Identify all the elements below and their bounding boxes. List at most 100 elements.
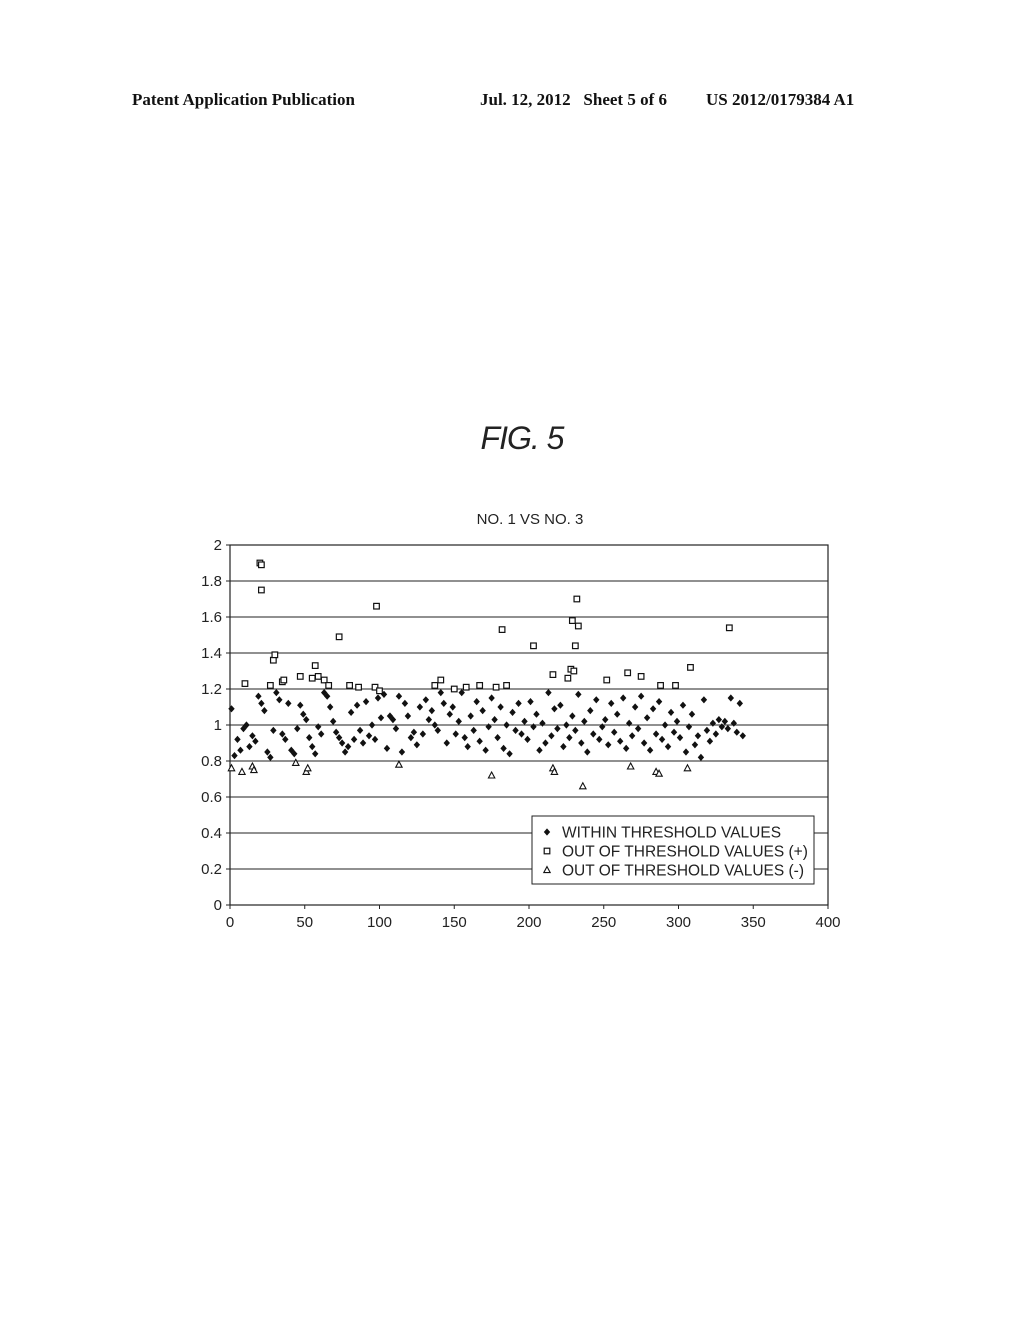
- within-threshold-point: [440, 699, 447, 707]
- out-of-threshold-plus-point: [574, 622, 582, 630]
- within-threshold-point: [434, 726, 442, 734]
- within-threshold-point: [509, 708, 516, 716]
- within-threshold-point: [467, 712, 474, 720]
- within-threshold-point: [494, 734, 501, 742]
- within-threshold-point: [371, 735, 379, 743]
- out-of-threshold-plus-point: [725, 624, 733, 632]
- out-of-threshold-plus-point: [325, 681, 333, 689]
- within-threshold-point: [554, 725, 561, 733]
- within-threshold-point: [724, 725, 732, 733]
- within-threshold-point: [488, 694, 495, 702]
- x-tick-label: 150: [442, 914, 467, 931]
- within-threshold-point: [673, 717, 681, 725]
- y-tick-label: 2: [214, 537, 222, 554]
- x-tick-label: 400: [815, 914, 840, 931]
- within-threshold-point: [306, 734, 313, 742]
- x-tick-label: 0: [226, 914, 234, 931]
- within-threshold-point: [446, 710, 453, 718]
- within-threshold-point: [335, 734, 343, 742]
- y-tick-label: 1.6: [201, 609, 222, 626]
- within-threshold-point: [246, 743, 253, 751]
- within-threshold-point: [347, 708, 355, 716]
- within-threshold-point: [524, 735, 531, 743]
- within-threshold-point: [476, 737, 483, 745]
- out-of-threshold-plus-point: [437, 676, 445, 684]
- within-threshold-point: [679, 701, 687, 709]
- within-threshold-point: [392, 725, 400, 733]
- out-of-threshold-plus-point: [431, 681, 439, 689]
- within-threshold-point: [491, 716, 498, 724]
- within-threshold-point: [539, 719, 546, 727]
- within-threshold-point: [608, 699, 615, 707]
- within-threshold-point: [419, 730, 427, 738]
- within-threshold-point: [407, 734, 415, 742]
- within-threshold-point: [667, 708, 675, 716]
- within-threshold-point: [530, 723, 537, 731]
- within-threshold-point: [625, 719, 633, 727]
- series-square: [241, 559, 733, 695]
- within-threshold-point: [637, 692, 645, 700]
- out-of-threshold-plus-point: [308, 674, 316, 682]
- within-threshold-point: [670, 728, 678, 736]
- within-threshold-point: [548, 732, 555, 740]
- out-of-threshold-plus-point: [320, 676, 328, 684]
- within-threshold-point: [374, 694, 382, 702]
- within-threshold-point: [482, 746, 489, 754]
- within-threshold-point: [563, 721, 570, 729]
- within-threshold-point: [356, 726, 364, 734]
- within-threshold-point: [461, 734, 468, 742]
- within-threshold-point: [661, 721, 669, 729]
- within-threshold-point: [452, 730, 459, 738]
- out-of-threshold-plus-point: [571, 642, 579, 650]
- out-of-threshold-plus-point: [450, 685, 458, 693]
- within-threshold-point: [646, 746, 654, 754]
- y-tick-label: 0.6: [201, 789, 222, 806]
- within-threshold-point: [350, 735, 358, 743]
- within-threshold-point: [359, 739, 367, 747]
- out-of-threshold-minus-point: [237, 767, 247, 775]
- within-threshold-point: [261, 707, 268, 715]
- y-tick-label: 1: [214, 717, 222, 734]
- within-threshold-point: [303, 716, 310, 724]
- within-threshold-point: [652, 730, 660, 738]
- within-threshold-point: [634, 725, 642, 733]
- within-threshold-point: [512, 726, 519, 734]
- within-threshold-point: [581, 717, 588, 725]
- within-threshold-point: [255, 692, 262, 700]
- within-threshold-point: [599, 723, 606, 731]
- out-of-threshold-minus-point: [683, 763, 692, 772]
- within-threshold-point: [312, 750, 319, 758]
- within-threshold-point: [649, 705, 657, 713]
- within-threshold-point: [401, 699, 409, 707]
- within-threshold-point: [521, 717, 528, 725]
- out-of-threshold-plus-point: [687, 663, 694, 671]
- within-threshold-point: [640, 739, 648, 747]
- within-threshold-point: [276, 696, 283, 704]
- square-marker-icon: [543, 847, 551, 855]
- y-tick-label: 0.4: [201, 825, 222, 842]
- out-of-threshold-minus-point: [303, 763, 312, 772]
- within-threshold-point: [431, 721, 439, 729]
- within-threshold-point: [542, 739, 549, 747]
- within-threshold-point: [497, 703, 504, 711]
- within-threshold-point: [234, 735, 241, 743]
- out-of-threshold-plus-point: [570, 667, 578, 675]
- within-threshold-point: [338, 739, 346, 747]
- within-threshold-point: [279, 730, 286, 738]
- within-threshold-point: [297, 701, 304, 709]
- out-of-threshold-minus-point: [394, 760, 404, 768]
- x-axis-ticks: 0 50 100 150 200 250 300 350 400: [226, 905, 841, 931]
- within-threshold-point: [622, 744, 630, 752]
- y-axis-ticks: 0 0.2 0.4 0.6 0.8 1 1.2 1.4 1.6 1.8 2: [201, 537, 230, 914]
- within-threshold-point: [326, 703, 334, 711]
- within-threshold-point: [551, 705, 558, 713]
- within-threshold-point: [285, 699, 292, 707]
- within-threshold-point: [413, 741, 421, 749]
- within-threshold-point: [228, 705, 235, 713]
- within-threshold-point: [733, 728, 741, 736]
- out-of-threshold-plus-point: [672, 681, 679, 689]
- within-threshold-point: [470, 726, 477, 734]
- within-threshold-point: [655, 698, 663, 706]
- within-threshold-point: [422, 696, 430, 704]
- within-threshold-point: [362, 698, 370, 706]
